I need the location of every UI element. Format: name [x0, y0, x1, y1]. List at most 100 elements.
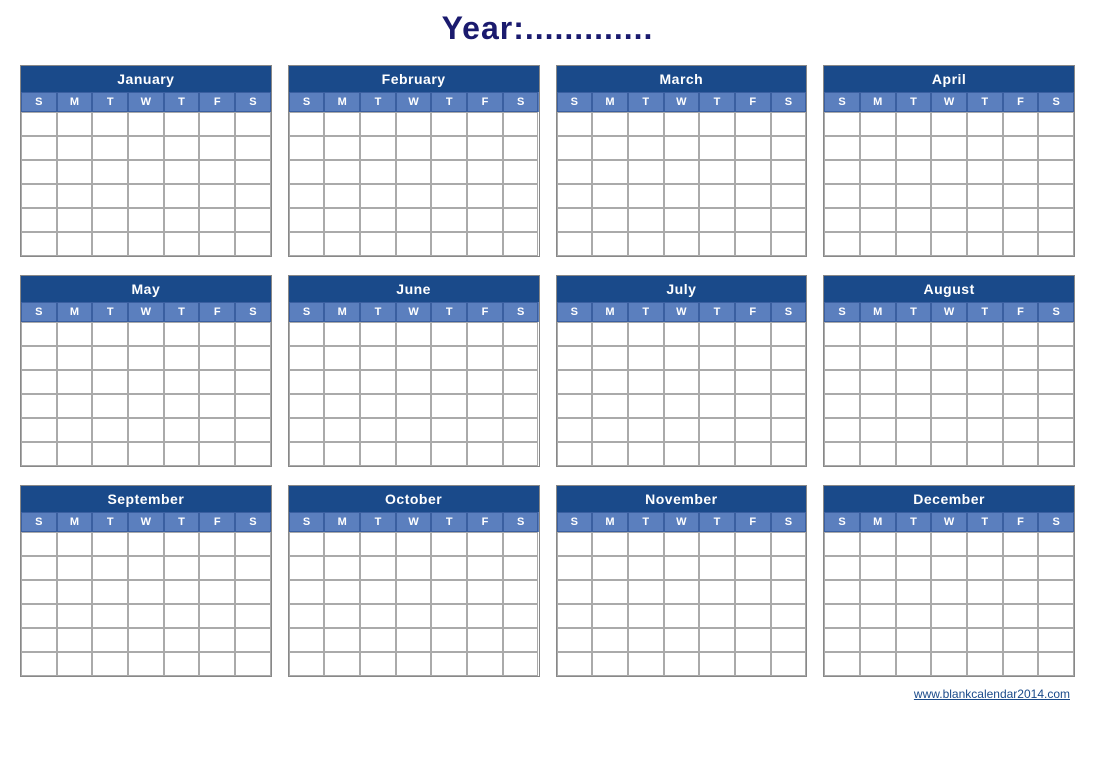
- calendar-cell: [235, 346, 271, 370]
- month-calendar-april: AprilSMTWTFS: [823, 65, 1075, 257]
- day-header-2: T: [92, 92, 128, 112]
- calendar-cell: [771, 232, 807, 256]
- calendar-cell: [592, 532, 628, 556]
- calendar-cell: [1003, 232, 1039, 256]
- day-header-4: T: [967, 302, 1003, 322]
- calendar-cell: [735, 418, 771, 442]
- day-header-6: S: [1038, 92, 1074, 112]
- calendar-cell: [896, 370, 932, 394]
- calendar-cell: [503, 160, 539, 184]
- calendar-cell: [235, 556, 271, 580]
- calendar-cell: [824, 322, 860, 346]
- calendar-cell: [896, 208, 932, 232]
- calendar-cell: [699, 628, 735, 652]
- calendar-cell: [164, 346, 200, 370]
- calendar-cell: [771, 394, 807, 418]
- calendar-cell: [592, 628, 628, 652]
- calendar-cell: [360, 556, 396, 580]
- calendar-cell: [557, 556, 593, 580]
- month-header-december: December: [824, 486, 1074, 512]
- calendar-cell: [628, 628, 664, 652]
- calendar-cell: [289, 184, 325, 208]
- calendar-cell: [128, 136, 164, 160]
- calendar-cell: [164, 232, 200, 256]
- calendar-cell: [467, 112, 503, 136]
- calendar-cell: [592, 346, 628, 370]
- calendar-cell: [289, 370, 325, 394]
- calendar-cell: [396, 232, 432, 256]
- calendar-cell: [431, 136, 467, 160]
- calendar-cell: [128, 628, 164, 652]
- calendar-cell: [967, 346, 1003, 370]
- calendar-cell: [21, 628, 57, 652]
- calendar-cell: [360, 418, 396, 442]
- calendar-cell: [1038, 532, 1074, 556]
- calendar-cell: [324, 208, 360, 232]
- calendar-cell: [824, 442, 860, 466]
- calendar-cell: [771, 370, 807, 394]
- month-calendar-july: JulySMTWTFS: [556, 275, 808, 467]
- calendar-cell: [896, 604, 932, 628]
- calendar-cell: [1003, 184, 1039, 208]
- calendar-cell: [92, 556, 128, 580]
- day-header-2: T: [628, 512, 664, 532]
- calendar-cell: [699, 532, 735, 556]
- calendar-cell: [128, 322, 164, 346]
- calendar-cell: [92, 532, 128, 556]
- calendar-cell: [735, 184, 771, 208]
- calendar-cell: [735, 370, 771, 394]
- month-calendar-january: JanuarySMTWTFS: [20, 65, 272, 257]
- calendar-cell: [860, 232, 896, 256]
- day-header-4: T: [431, 512, 467, 532]
- month-calendar-september: SeptemberSMTWTFS: [20, 485, 272, 677]
- month-calendar-december: DecemberSMTWTFS: [823, 485, 1075, 677]
- calendar-cell: [503, 232, 539, 256]
- calendar-cell: [128, 232, 164, 256]
- calendar-cell: [467, 160, 503, 184]
- calendar-cell: [57, 532, 93, 556]
- month-header-july: July: [557, 276, 807, 302]
- calendar-cell: [896, 346, 932, 370]
- day-header-5: F: [735, 512, 771, 532]
- day-header-6: S: [503, 92, 539, 112]
- calendar-cell: [664, 556, 700, 580]
- day-header-2: T: [92, 302, 128, 322]
- calendar-cell: [128, 604, 164, 628]
- calendar-cell: [57, 322, 93, 346]
- day-header-3: W: [931, 512, 967, 532]
- calendar-cell: [1003, 394, 1039, 418]
- day-header-6: S: [235, 512, 271, 532]
- calendar-cell: [431, 160, 467, 184]
- day-header-6: S: [771, 512, 807, 532]
- month-header-august: August: [824, 276, 1074, 302]
- calendar-cell: [771, 532, 807, 556]
- calendar-cell: [735, 556, 771, 580]
- month-header-october: October: [289, 486, 539, 512]
- day-header-0: S: [824, 512, 860, 532]
- calendar-cell: [57, 208, 93, 232]
- calendar-cell: [824, 628, 860, 652]
- day-header-5: F: [1003, 512, 1039, 532]
- calendar-cell: [128, 112, 164, 136]
- calendar-cell: [1003, 604, 1039, 628]
- calendar-cell: [592, 442, 628, 466]
- day-header-5: F: [467, 92, 503, 112]
- calendar-cell: [431, 394, 467, 418]
- calendar-cell: [467, 418, 503, 442]
- calendar-cell: [860, 628, 896, 652]
- watermark[interactable]: www.blankcalendar2014.com: [20, 687, 1075, 701]
- calendar-cell: [235, 442, 271, 466]
- calendar-cell: [592, 652, 628, 676]
- calendar-cell: [664, 136, 700, 160]
- calendar-cell: [92, 394, 128, 418]
- calendar-cell: [860, 556, 896, 580]
- day-header-3: W: [396, 302, 432, 322]
- calendar-cell: [628, 394, 664, 418]
- calendar-cell: [360, 628, 396, 652]
- calendar-cell: [860, 604, 896, 628]
- calendar-cell: [57, 580, 93, 604]
- calendar-cell: [57, 136, 93, 160]
- day-header-3: W: [128, 92, 164, 112]
- calendar-cell: [199, 160, 235, 184]
- calendar-cell: [396, 604, 432, 628]
